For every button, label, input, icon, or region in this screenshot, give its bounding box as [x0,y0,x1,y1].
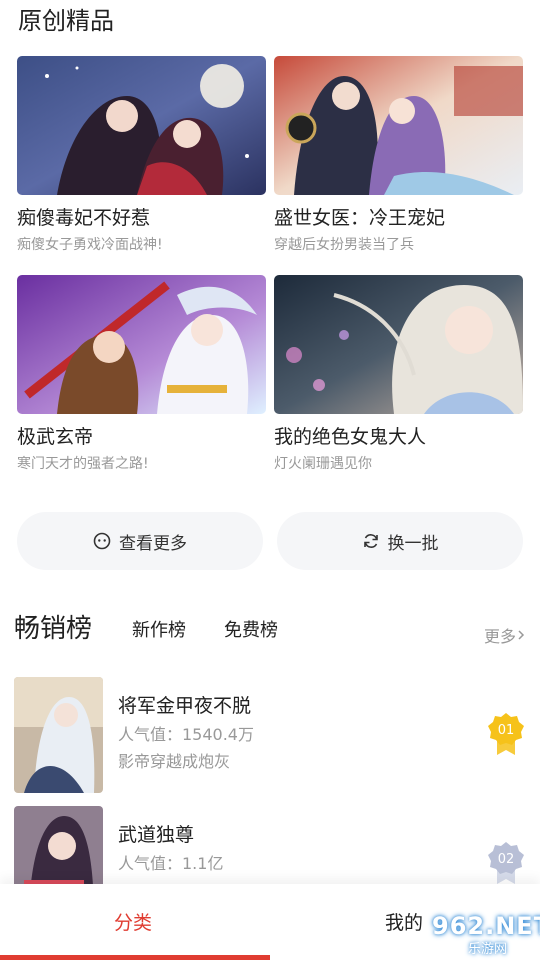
rank-number: 02 [498,852,515,867]
more-label: 更多 [483,627,516,646]
rank-cover-image[interactable] [14,677,103,793]
tab-new[interactable]: 新作榜 [132,618,186,644]
card-desc: 灯火阑珊遇见你 [274,456,372,472]
tab-free[interactable]: 免费榜 [224,618,278,644]
nav-category[interactable]: 分类 [114,910,152,936]
rank-popularity: 人气值：1540.4万 [118,725,254,744]
active-tab-indicator [0,955,270,960]
featured-card[interactable]: 极武玄帝 寒门天才的强者之路! [17,275,266,474]
card-title[interactable]: 痴傻毒妃不好惹 [17,205,266,231]
refresh-label: 换一批 [387,533,439,554]
card-title[interactable]: 极武玄帝 [17,424,266,450]
smile-icon [93,532,111,550]
watermark-site: 乐游网 [468,942,508,957]
rank-title[interactable]: 武道独尊 [118,822,194,848]
watermark-logo: 962.NET 乐游网 [402,910,540,957]
view-more-label: 查看更多 [119,533,187,554]
cover-image[interactable] [274,56,523,195]
view-more-button[interactable]: 查看更多 [17,512,263,570]
card-title[interactable]: 盛世女医：冷王宠妃 [274,205,523,231]
rank-title[interactable]: 将军金甲夜不脱 [118,693,251,719]
refresh-icon [362,532,380,550]
card-desc: 痴傻女子勇戏冷面战神! [17,237,163,253]
cover-image[interactable] [17,56,266,195]
section-title: 原创精品 [18,7,114,35]
featured-card[interactable]: 盛世女医：冷王宠妃 穿越后女扮男装当了兵 [274,56,523,255]
card-desc: 寒门天才的强者之路! [17,456,149,472]
rank-popularity: 人气值：1.1亿 [118,854,224,873]
card-title[interactable]: 我的绝色女鬼大人 [274,424,523,450]
featured-card[interactable]: 我的绝色女鬼大人 灯火阑珊遇见你 [274,275,523,474]
rank-summary: 影帝穿越成炮灰 [118,752,231,771]
cover-image[interactable] [274,275,523,414]
watermark-brand: 962.NET [432,912,540,940]
rank-number: 01 [498,723,515,738]
featured-card[interactable]: 痴傻毒妃不好惹 痴傻女子勇戏冷面战神! [17,56,266,255]
tab-bestseller[interactable]: 畅销榜 [14,610,92,648]
rank-list-item[interactable]: 将军金甲夜不脱 人气值：1540.4万 影帝穿越成炮灰 01 [14,677,526,793]
rank-badge-gold: 01 [486,711,526,757]
cover-image[interactable] [17,275,266,414]
rank-badge-silver: 02 [486,840,526,886]
ranking-tabs: 畅销榜 新作榜 免费榜 更多 [14,610,526,650]
card-desc: 穿越后女扮男装当了兵 [274,237,414,253]
chevron-right-icon [516,626,526,648]
refresh-button[interactable]: 换一批 [277,512,523,570]
more-link[interactable]: 更多 [484,626,526,648]
